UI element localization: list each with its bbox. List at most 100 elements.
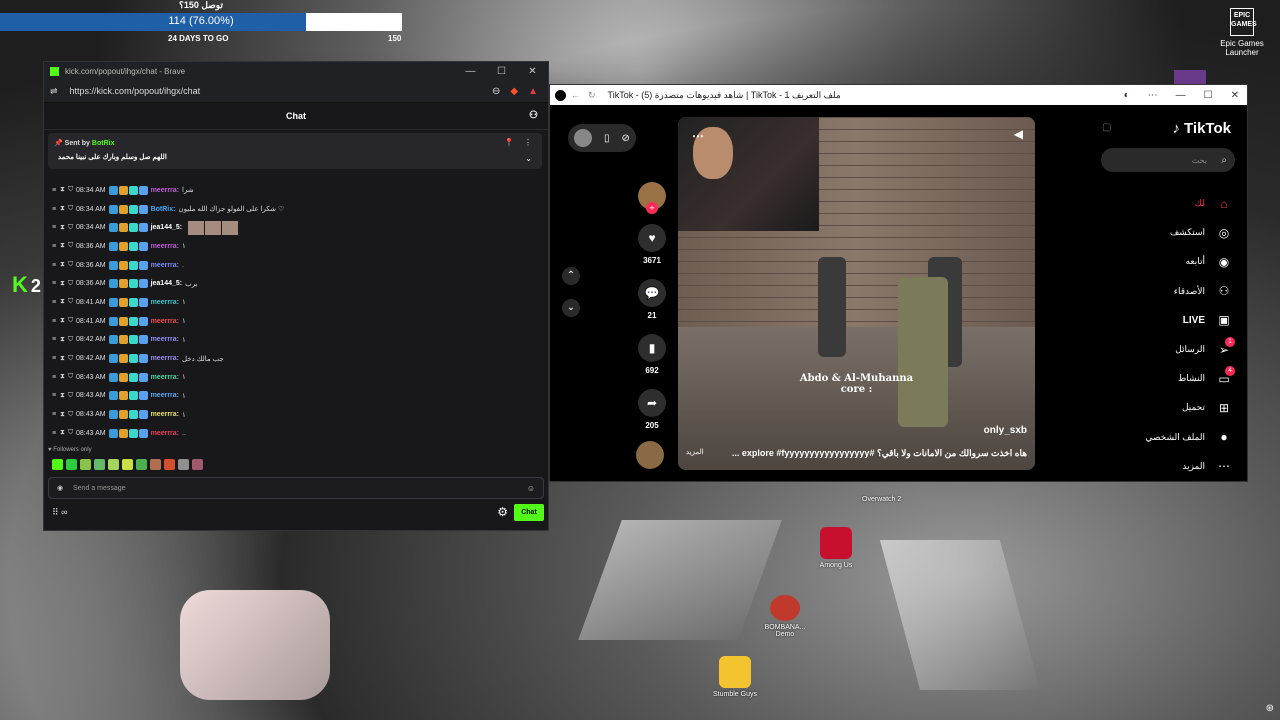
message-username[interactable]: meerrra: — [151, 336, 179, 343]
share-icon[interactable]: ➦ — [638, 389, 666, 417]
drag-icon[interactable]: ≡ — [52, 187, 57, 194]
minimize-button[interactable]: — — [1176, 90, 1186, 101]
message-username[interactable]: meerrra: — [151, 318, 179, 325]
partial-app-icon[interactable] — [1174, 70, 1206, 84]
message-username[interactable]: jea144_5: — [151, 280, 183, 287]
nav-item-profile-avatar[interactable]: الملف الشخصي ● — [1145, 423, 1233, 452]
video-player[interactable]: ⋯ ◀ Abdo & Al-Muhanna core : only_sxb ال… — [678, 117, 1035, 470]
bombana-shortcut[interactable]: BOMBANA... Demo — [758, 595, 812, 638]
heart-icon[interactable]: ♥ — [638, 224, 666, 252]
shield-icon[interactable]: ⛉ — [68, 336, 73, 344]
timeout-icon[interactable]: ⧗ — [60, 224, 65, 232]
message-username[interactable]: BotRix: — [151, 206, 176, 213]
timeout-icon[interactable]: ⧗ — [60, 186, 65, 194]
message-username[interactable]: meerrra: — [151, 187, 179, 194]
drag-icon[interactable]: ≡ — [52, 355, 57, 362]
sound-icon[interactable]: ◀ — [1014, 127, 1023, 141]
nav-item-activity[interactable]: النشاط ▭ 4 — [1145, 364, 1235, 393]
tiktok-window[interactable]: ← ↻ TikTok - (5) شاهد فيديوهات متصدرة | … — [549, 84, 1248, 482]
brave-shield-icon[interactable]: ◆ — [510, 86, 518, 97]
emote[interactable] — [136, 459, 147, 470]
smile-icon[interactable]: ☺ — [527, 484, 535, 493]
epic-games-shortcut[interactable]: EPIC GAMES Epic Games Launcher — [1214, 8, 1270, 57]
timeout-icon[interactable]: ⧗ — [60, 280, 65, 288]
maximize-button[interactable]: ☐ — [486, 66, 517, 77]
among-us-shortcut[interactable]: Among Us — [812, 527, 860, 569]
gear-icon[interactable]: ⚙ — [497, 505, 508, 519]
emote[interactable] — [52, 459, 63, 470]
nav-item-live[interactable]: LIVE ▣ — [1145, 306, 1233, 335]
brave-titlebar[interactable]: kick.com/popout/ihgx/chat - Brave — ☐ ✕ — [44, 62, 548, 80]
shield-icon[interactable]: ⛉ — [68, 186, 73, 194]
drag-icon[interactable]: ≡ — [52, 280, 57, 287]
search-icon[interactable]: ⌕ — [1221, 155, 1227, 166]
points-indicator[interactable]: ⠿ ∞ — [52, 507, 68, 518]
scroll-up-button[interactable]: ⌃ — [562, 267, 580, 285]
drag-icon[interactable]: ≡ — [52, 243, 57, 250]
drag-icon[interactable]: ≡ — [52, 430, 57, 437]
emote[interactable] — [164, 459, 175, 470]
shield-icon[interactable]: ⛉ — [68, 298, 73, 306]
emote[interactable] — [108, 459, 119, 470]
users-icon[interactable]: ⚇ — [529, 110, 538, 121]
message-username[interactable]: meerrra: — [151, 392, 179, 399]
timeout-icon[interactable]: ⧗ — [60, 261, 65, 269]
drag-icon[interactable]: ≡ — [52, 224, 57, 231]
maximize-button[interactable]: ☐ — [1204, 90, 1213, 101]
creator-avatar-icon[interactable] — [574, 129, 592, 147]
more-menu-icon[interactable]: ⋯ — [1148, 90, 1158, 101]
back-icon[interactable]: ← — [571, 90, 580, 100]
address-bar[interactable]: ⇌ https://kick.com/popout/ihgx/chat ⊖ ◆ … — [44, 80, 548, 103]
drag-icon[interactable]: ≡ — [52, 336, 57, 343]
drag-icon[interactable]: ≡ — [52, 206, 57, 213]
message-username[interactable]: meerrra: — [151, 374, 179, 381]
message-username[interactable]: meerrra: — [151, 430, 179, 437]
message-username[interactable]: jea144_5: — [151, 224, 183, 231]
video-author[interactable]: only_sxb — [984, 425, 1027, 436]
music-disc-icon[interactable] — [636, 441, 664, 469]
timeout-icon[interactable]: ⧗ — [60, 411, 65, 419]
zoom-icon[interactable]: ⊖ — [492, 86, 500, 97]
shield-icon[interactable]: ⛉ — [68, 411, 73, 419]
timeout-icon[interactable]: ⧗ — [60, 242, 65, 250]
reload-icon[interactable]: ↻ — [588, 90, 596, 101]
nav-item-following-avatar[interactable]: أتابعه ◉ — [1145, 247, 1233, 276]
message-username[interactable]: meerrra: — [151, 262, 179, 269]
shield-icon[interactable]: ⛉ — [68, 355, 73, 363]
nav-item-more[interactable]: المزيد ⋯ — [1145, 452, 1233, 481]
emote-picker-icon[interactable]: ◉ — [57, 484, 63, 492]
video-toolbar[interactable]: ▯ ⊘ — [568, 124, 636, 152]
overwatch-label[interactable]: Overwatch 2 — [862, 496, 901, 503]
tiktok-titlebar[interactable]: ← ↻ TikTok - (5) شاهد فيديوهات متصدرة | … — [550, 85, 1247, 105]
url-text[interactable]: https://kick.com/popout/ihgx/chat — [70, 86, 201, 96]
nav-item-friends[interactable]: الأصدقاء ⚇ — [1145, 277, 1233, 306]
close-button[interactable]: ✕ — [517, 66, 548, 77]
close-button[interactable]: ✕ — [1231, 90, 1239, 101]
bookmark-icon[interactable]: ▮ — [638, 334, 666, 362]
brave-rewards-icon[interactable]: ▲ — [528, 86, 538, 97]
timeout-icon[interactable]: ⧗ — [60, 392, 65, 400]
timeout-icon[interactable]: ⧗ — [60, 298, 65, 306]
timeout-icon[interactable]: ⧗ — [60, 373, 65, 381]
follow-plus-icon[interactable]: + — [646, 202, 658, 214]
shield-icon[interactable]: ⛉ — [68, 317, 73, 325]
comment-icon[interactable]: 💬 — [638, 279, 666, 307]
search-input[interactable]: بحث ⌕ — [1101, 148, 1235, 172]
stumble-guys-shortcut[interactable]: Stumble Guys — [712, 656, 758, 698]
nav-item-compass[interactable]: استكشف ◎ — [1145, 218, 1233, 247]
nav-item-messages[interactable]: الرسائل ➢ 1 — [1145, 335, 1235, 364]
drag-icon[interactable]: ≡ — [52, 392, 57, 399]
message-username[interactable]: meerrra: — [151, 299, 179, 306]
emote[interactable] — [66, 459, 77, 470]
timeout-icon[interactable]: ⧗ — [60, 317, 65, 325]
minimize-button[interactable]: — — [455, 66, 486, 77]
emote[interactable] — [122, 459, 133, 470]
nav-item-home[interactable]: لك ⌂ — [1145, 189, 1233, 218]
video-options-icon[interactable]: ⋯ — [692, 129, 704, 143]
tiktok-logo[interactable]: ♪ TikTok — [1172, 120, 1231, 137]
emote[interactable] — [80, 459, 91, 470]
profile-icon[interactable]: ◐ — [1124, 90, 1130, 101]
drag-icon[interactable]: ≡ — [52, 411, 57, 418]
device-icon[interactable]: ▯ — [604, 133, 610, 144]
creator-avatar[interactable]: + — [638, 182, 666, 214]
